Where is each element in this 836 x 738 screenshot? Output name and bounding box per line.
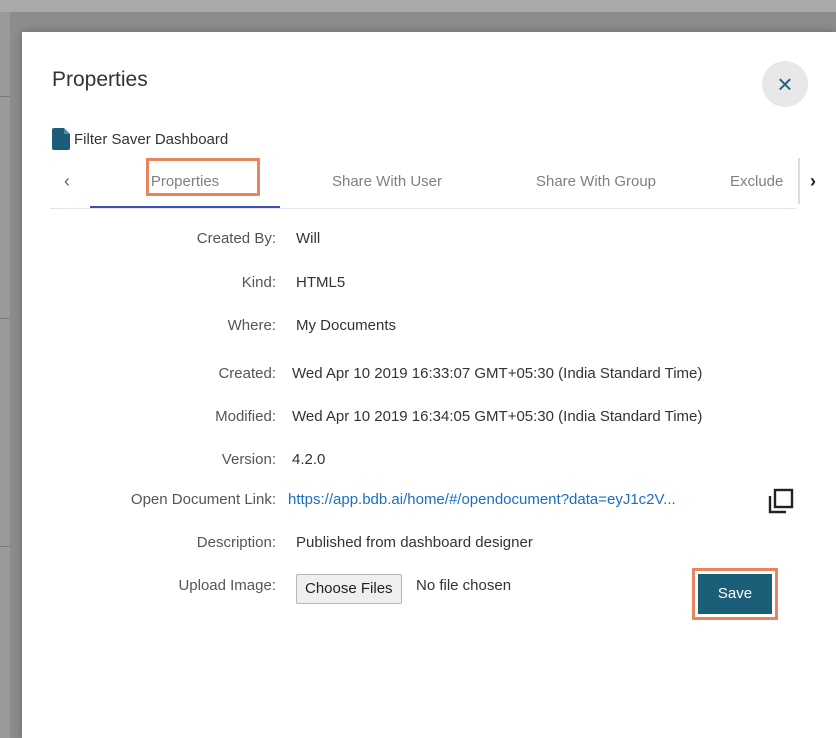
kind-row: Kind: HTML5 [22,274,836,296]
dialog-title: Properties [52,68,148,91]
tab-exclude[interactable]: Exclude [730,158,800,206]
background-divider [0,546,10,547]
description-value: Published from dashboard designer [296,534,533,551]
version-row: Version: 4.2.0 [22,451,836,473]
modified-label: Modified: [215,408,276,425]
save-button[interactable]: Save [698,574,772,614]
background-top [0,0,836,12]
choose-files-button[interactable]: Choose Files [296,574,402,604]
where-label: Where: [227,317,276,334]
where-value: My Documents [296,317,397,334]
tab-properties[interactable]: Properties [90,158,280,206]
description-label: Description: [196,534,276,551]
created-by-row: Created By: Will [22,230,836,252]
tab-share-with-group[interactable]: Share With Group [516,158,676,206]
created-by-label: Created By: [196,230,276,247]
background-divider [0,96,10,97]
chevron-left-icon[interactable]: ‹ [64,158,70,204]
close-icon: × [777,69,793,99]
where-row: Where: My Documents [22,317,836,339]
tab-overflow-edge [798,158,800,204]
open-document-link-row: Open Document Link: https://app.bdb.ai/h… [22,491,836,513]
chevron-right-icon[interactable]: › [810,158,816,204]
properties-dialog: Properties × Filter Saver Dashboard ‹ Pr… [22,32,836,738]
kind-label: Kind: [241,274,276,291]
file-icon [52,128,70,150]
tab-share-with-user[interactable]: Share With User [312,158,462,206]
version-label: Version: [221,451,276,468]
active-tab-indicator [90,206,280,208]
modified-value: Wed Apr 10 2019 16:34:05 GMT+05:30 (Indi… [292,408,703,425]
created-by-value: Will [296,230,321,247]
version-value: 4.2.0 [292,451,326,468]
created-label: Created: [218,365,276,382]
tab-bar: ‹ Properties Share With User Share With … [50,158,816,209]
document-name: Filter Saver Dashboard [74,130,229,148]
open-document-link-label: Open Document Link: [130,491,276,508]
open-document-link[interactable]: https://app.bdb.ai/home/#/opendocument?d… [288,491,676,508]
document-header: Filter Saver Dashboard [52,128,228,150]
upload-image-label: Upload Image: [178,577,276,594]
created-value: Wed Apr 10 2019 16:33:07 GMT+05:30 (Indi… [292,365,703,382]
modified-row: Modified: Wed Apr 10 2019 16:34:05 GMT+0… [22,408,836,430]
file-status: No file chosen [416,577,512,594]
copy-icon[interactable] [768,488,794,514]
description-row: Description: Published from dashboard de… [22,534,836,556]
kind-value: HTML5 [296,274,346,291]
background-left [0,12,10,738]
created-row: Created: Wed Apr 10 2019 16:33:07 GMT+05… [22,365,836,387]
close-button[interactable]: × [762,61,808,107]
background-divider [0,318,10,319]
